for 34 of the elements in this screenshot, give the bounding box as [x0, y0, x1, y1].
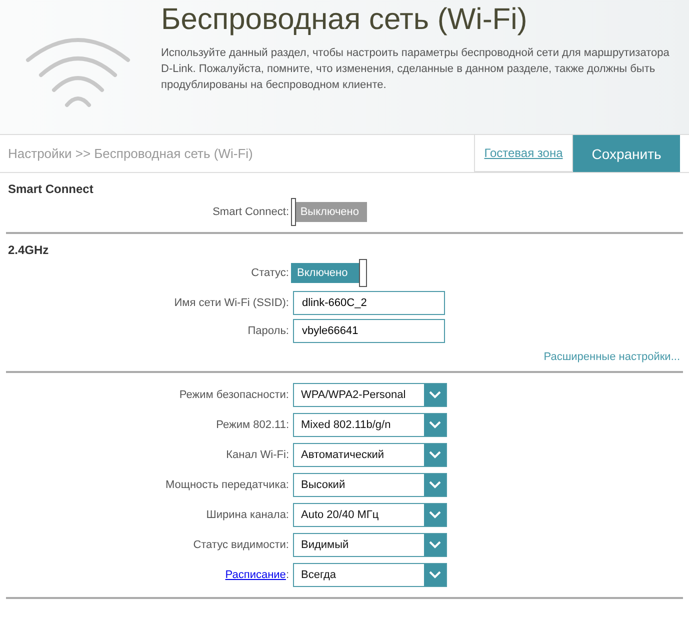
label-colon: : — [286, 569, 289, 581]
chevron-down-icon — [429, 571, 441, 579]
input-field[interactable]: dlink-660C_2 — [293, 291, 445, 315]
field-label: Режим безопасности: — [179, 389, 290, 401]
chevron-down-icon — [429, 391, 441, 399]
chevron-down-icon — [429, 421, 441, 429]
field-label: Статус: — [251, 267, 290, 279]
field-label: Режим 802.11: — [216, 419, 290, 431]
dropdown[interactable]: Auto 20/40 МГц — [293, 503, 447, 527]
section-heading: 2.4GHz — [8, 243, 50, 257]
dropdown[interactable]: Видимый — [293, 533, 447, 557]
field-label: Ширина канала: — [206, 509, 290, 521]
field-label: Мощность передатчика: — [166, 479, 290, 491]
chevron-down-icon — [429, 511, 441, 519]
page-description: Используйте данный раздел, чтобы настроить параметры беспроводной сети для маршрутизатора D-Link. Пожалуйста, помните, что изменения, сделанные в данном разделе, также должны быть продублированы на беспроводном клиенте. — [161, 46, 670, 93]
chevron-down-icon — [429, 451, 441, 459]
chevron-down-icon — [429, 541, 441, 549]
dropdown[interactable]: Высокий — [293, 473, 447, 497]
field-label: Канал Wi-Fi: — [226, 449, 290, 461]
dropdown[interactable]: Mixed 802.11b/g/n — [293, 413, 447, 437]
input-field[interactable]: vbyle66641 — [293, 319, 445, 343]
breadcrumb: Настройки >> Беспроводная сеть (Wi-Fi) — [7, 146, 254, 161]
field-label: Статус видимости: — [193, 539, 290, 551]
chevron-down-icon — [429, 481, 441, 489]
field-label: Имя сети Wi-Fi (SSID): — [174, 297, 290, 309]
schedule-link[interactable]: Расписание — [225, 569, 286, 581]
dropdown[interactable]: Автоматический — [293, 443, 447, 467]
dropdown[interactable]: Всегда — [293, 563, 447, 587]
save-button[interactable]: Сохранить — [573, 135, 680, 172]
field-label: Smart Connect: — [212, 206, 290, 218]
section-heading: Smart Connect — [8, 182, 94, 196]
page-title: Беспроводная сеть (Wi-Fi) — [161, 2, 528, 37]
dropdown[interactable]: WPA/WPA2-Personal — [293, 383, 447, 407]
field-label: Пароль: — [248, 325, 290, 337]
